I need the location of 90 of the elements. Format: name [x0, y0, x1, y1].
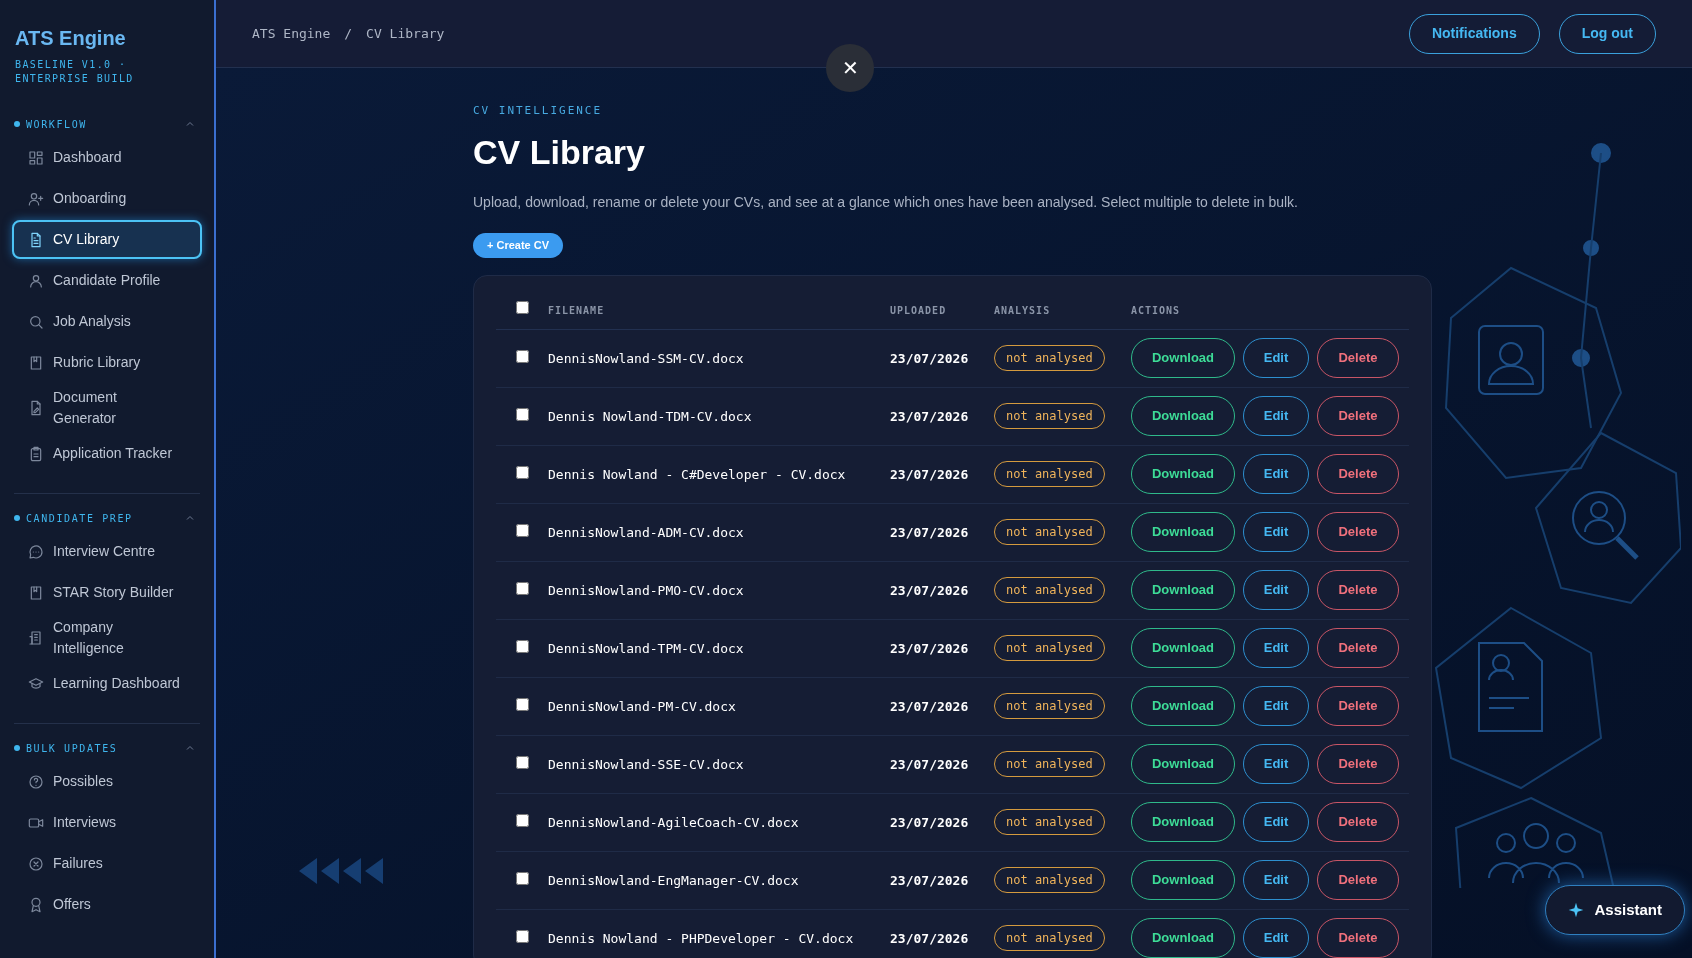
- chat-icon: [28, 543, 44, 560]
- rewind-arrows-icon: [299, 858, 385, 884]
- row-checkbox[interactable]: [516, 466, 529, 479]
- filename-cell: Dennis Nowland - PHPDeveloper - CV.docx: [548, 931, 854, 946]
- section-header[interactable]: CANDIDATE PREP: [12, 508, 202, 528]
- filename-cell: DennisNowland-EngManager-CV.docx: [548, 873, 799, 888]
- filename-cell: DennisNowland-PMO-CV.docx: [548, 583, 744, 598]
- building-icon: [28, 630, 44, 646]
- sidebar-item[interactable]: Rubric Library: [12, 343, 202, 382]
- sidebar-item[interactable]: Failures: [12, 844, 202, 883]
- row-checkbox[interactable]: [516, 698, 529, 711]
- question-icon: [28, 773, 44, 790]
- document-icon: [28, 231, 44, 248]
- bullet-icon: [14, 745, 20, 751]
- sidebar-item[interactable]: Document Generator: [12, 384, 202, 432]
- user-plus-icon: [28, 190, 44, 207]
- sidebar-item[interactable]: Job Analysis: [12, 302, 202, 341]
- edit-button[interactable]: Edit: [1243, 802, 1309, 842]
- filename-cell: DennisNowland-TPM-CV.docx: [548, 641, 744, 656]
- row-checkbox[interactable]: [516, 524, 529, 537]
- column-header: UPLOADED: [890, 305, 947, 316]
- close-button[interactable]: ✕: [826, 44, 874, 92]
- column-header: ANALYSIS: [994, 305, 1051, 316]
- filename-cell: DennisNowland-SSE-CV.docx: [548, 757, 744, 772]
- filename-cell: Dennis Nowland-TDM-CV.docx: [548, 409, 752, 424]
- date-cell: 23/07/2026: [890, 757, 969, 772]
- sidebar-item[interactable]: Dashboard: [12, 138, 202, 177]
- row-checkbox[interactable]: [516, 930, 529, 943]
- row-checkbox[interactable]: [516, 872, 529, 885]
- sidebar-item[interactable]: Company Intelligence: [12, 614, 202, 662]
- breadcrumb-item: CV Library: [366, 24, 445, 43]
- grid-icon: [28, 149, 44, 166]
- date-cell: 23/07/2026: [890, 931, 969, 946]
- bullet-icon: [14, 121, 20, 127]
- sidebar-item[interactable]: Learning Dashboard: [12, 664, 202, 703]
- app-logo: ATS Engine: [14, 26, 127, 50]
- page-description: Upload, download, rename or delete your CVs, and see at a glance which ones have been analysed. Select multiple to delete in bulk.: [473, 192, 1299, 212]
- row-checkbox[interactable]: [516, 814, 529, 827]
- date-cell: 23/07/2026: [890, 525, 969, 540]
- sidebar-item[interactable]: STAR Story Builder: [12, 573, 202, 612]
- date-cell: 23/07/2026: [890, 641, 969, 656]
- date-cell: 23/07/2026: [890, 583, 969, 598]
- breadcrumb-separator: /: [344, 24, 353, 43]
- date-cell: 23/07/2026: [890, 815, 969, 830]
- book-icon: [28, 584, 44, 601]
- sidebar-item[interactable]: Candidate Profile: [12, 261, 202, 300]
- column-header: ACTIONS: [1131, 305, 1181, 316]
- x-circle-icon: [28, 855, 44, 872]
- sidebar-item[interactable]: Application Tracker: [12, 434, 202, 473]
- filename-cell: DennisNowland-ADM-CV.docx: [548, 525, 744, 540]
- user-icon: [28, 272, 44, 289]
- row-checkbox[interactable]: [516, 756, 529, 769]
- date-cell: 23/07/2026: [890, 873, 969, 888]
- file-edit-icon: [28, 400, 44, 416]
- date-cell: 23/07/2026: [890, 699, 969, 714]
- eyebrow-label: CV INTELLIGENCE: [473, 103, 604, 119]
- filename-cell: DennisNowland-AgileCoach-CV.docx: [548, 815, 799, 830]
- sidebar-item[interactable]: Onboarding: [12, 179, 202, 218]
- row-checkbox[interactable]: [516, 582, 529, 595]
- sidebar-item[interactable]: Interviews: [12, 803, 202, 842]
- row-checkbox[interactable]: [516, 350, 529, 363]
- section-header[interactable]: BULK UPDATES: [12, 738, 202, 758]
- date-cell: 23/07/2026: [890, 409, 969, 424]
- sidebar-item[interactable]: CV Library: [12, 220, 202, 259]
- sidebar-item[interactable]: Offers: [12, 885, 202, 924]
- award-icon: [28, 896, 44, 913]
- date-cell: 23/07/2026: [890, 351, 969, 366]
- graduation-cap-icon: [28, 675, 44, 692]
- filename-cell: DennisNowland-SSM-CV.docx: [548, 351, 744, 366]
- page-title: CV Library: [473, 131, 646, 172]
- app-subtitle: BASELINE V1.0 · ENTERPRISE BUILD: [14, 58, 135, 86]
- column-header: FILENAME: [548, 305, 605, 316]
- section-header[interactable]: WORKFLOW: [12, 114, 202, 134]
- bullet-icon: [14, 515, 20, 521]
- row-checkbox[interactable]: [516, 408, 529, 421]
- search-icon: [28, 313, 44, 330]
- sidebar-item[interactable]: Interview Centre: [12, 532, 202, 571]
- breadcrumb-item[interactable]: ATS Engine: [252, 23, 331, 44]
- date-cell: 23/07/2026: [890, 467, 969, 482]
- header-button[interactable]: Log out: [1558, 13, 1656, 54]
- filename-cell: Dennis Nowland - C#Developer - CV.docx: [548, 467, 846, 482]
- clipboard-icon: [28, 445, 44, 462]
- assistant-button[interactable]: Assistant: [1545, 885, 1685, 935]
- header-button[interactable]: Notifications: [1408, 13, 1540, 54]
- book-icon: [28, 354, 44, 371]
- select-all-checkbox[interactable]: [516, 301, 529, 314]
- filename-cell: DennisNowland-PM-CV.docx: [548, 699, 736, 714]
- sidebar-item[interactable]: Possibles: [12, 762, 202, 801]
- sparkle-icon: [1568, 902, 1585, 918]
- row-checkbox[interactable]: [516, 640, 529, 653]
